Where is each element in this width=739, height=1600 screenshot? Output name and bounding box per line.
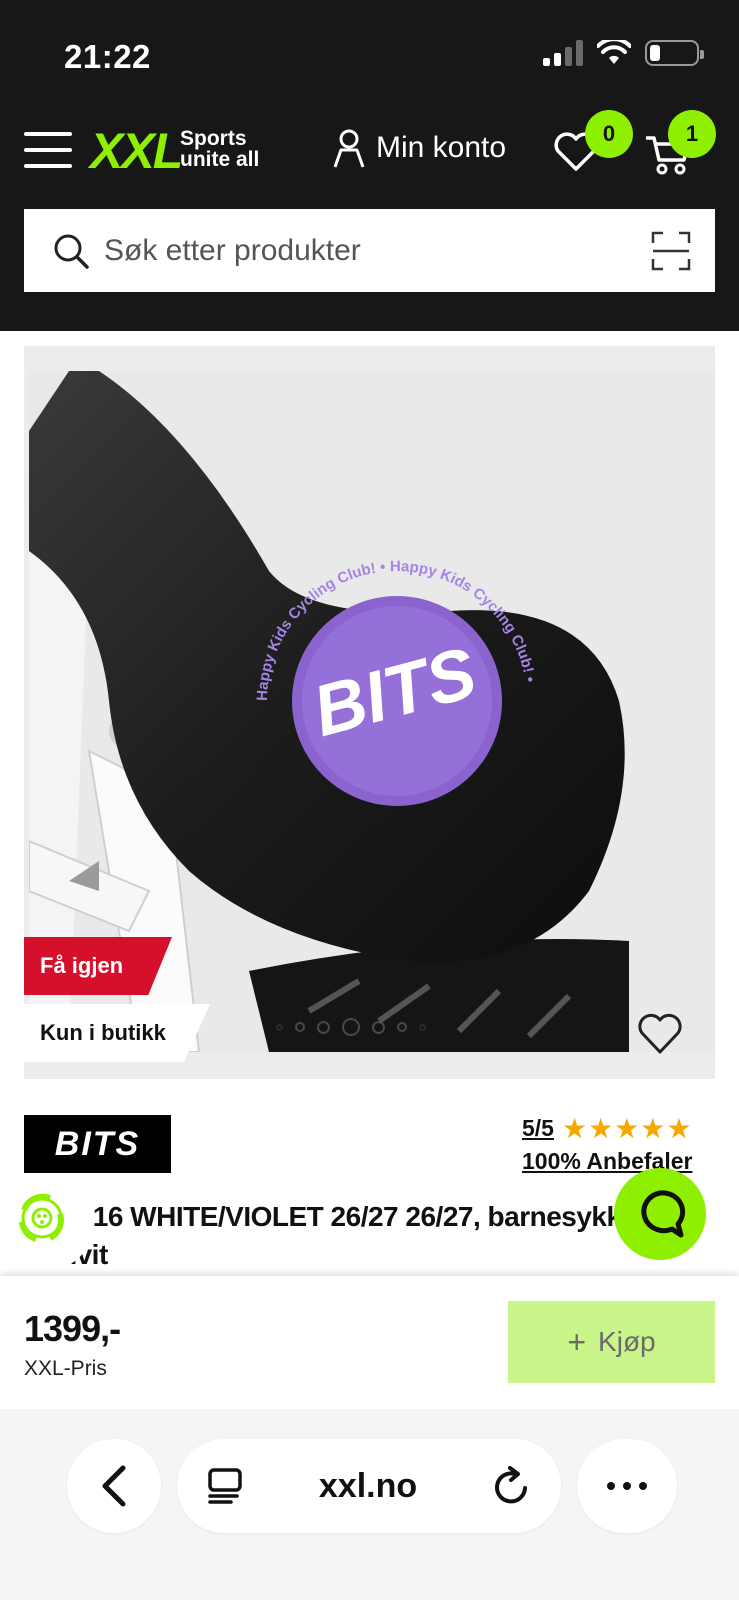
chevron-left-icon — [102, 1465, 126, 1507]
carousel-dot[interactable] — [397, 1022, 407, 1032]
carousel-dot[interactable] — [276, 1023, 283, 1031]
carousel-dots[interactable] — [276, 1018, 426, 1036]
more-dots-icon — [607, 1482, 647, 1490]
rating-stars: ★★★★★ — [561, 1113, 693, 1144]
app-header: 21:22 XXL Sports unite all Min konto 0 1… — [0, 0, 739, 331]
chat-bubble-icon — [641, 1190, 686, 1238]
address-bar[interactable]: xxl.no — [177, 1439, 561, 1533]
wishlist-count-badge: 0 — [585, 110, 633, 158]
search-input[interactable]: Søk etter produkter — [104, 234, 361, 268]
logo-tagline-line1: Sports — [180, 127, 247, 150]
buy-label: Kjøp — [598, 1326, 656, 1357]
reload-icon[interactable] — [493, 1466, 531, 1506]
wifi-icon — [597, 40, 631, 64]
purchase-bar: 1399,- XXL-Pris + Kjøp — [0, 1276, 739, 1409]
buy-button[interactable]: + Kjøp — [508, 1301, 715, 1383]
status-time: 21:22 — [64, 38, 151, 75]
product-title: er 16 WHITE/VIOLET 26/27 26/27, barnesyk… — [60, 1201, 652, 1270]
chat-button[interactable] — [614, 1168, 706, 1260]
price: 1399,- — [24, 1308, 121, 1349]
carousel-dot[interactable] — [342, 1018, 360, 1036]
logo-tagline: Sports unite all — [180, 128, 259, 170]
store-only-tag: Kun i butikk — [24, 1004, 210, 1062]
browser-toolbar: xxl.no — [0, 1409, 739, 1600]
brand-name: BITS — [54, 1124, 141, 1163]
account-link[interactable]: Min konto — [332, 128, 506, 168]
brand-logo[interactable]: BITS — [24, 1115, 171, 1173]
url-text[interactable]: xxl.no — [319, 1467, 417, 1506]
rating-summary[interactable]: 5/5 ★★★★★ — [522, 1112, 693, 1145]
carousel-dot[interactable] — [372, 1020, 385, 1034]
tab-overview-icon[interactable] — [207, 1467, 243, 1505]
more-button[interactable] — [577, 1439, 677, 1533]
cellular-signal-icon — [543, 40, 583, 66]
barcode-scan-icon[interactable] — [651, 231, 691, 271]
recycle-icon[interactable] — [14, 1190, 70, 1246]
carousel-dot[interactable] — [419, 1023, 426, 1031]
logo-tagline-line2: unite all — [180, 148, 260, 171]
favorite-heart-icon[interactable] — [636, 1012, 684, 1056]
carousel-dot[interactable] — [295, 1022, 305, 1032]
status-icons — [543, 40, 704, 66]
cart-count-badge: 1 — [668, 110, 716, 158]
plus-icon: + — [567, 1323, 587, 1360]
search-icon — [54, 234, 89, 269]
xxl-logo[interactable]: XXL — [90, 122, 183, 180]
carousel-dot[interactable] — [317, 1020, 330, 1034]
menu-icon[interactable] — [24, 132, 72, 168]
rating-score: 5/5 — [522, 1115, 554, 1141]
search-bar[interactable]: Søk etter produkter — [24, 209, 715, 292]
price-label: XXL-Pris — [24, 1357, 107, 1380]
account-label: Min konto — [376, 131, 507, 164]
back-button[interactable] — [67, 1439, 161, 1533]
battery-icon — [645, 40, 704, 66]
user-icon — [333, 129, 365, 168]
cashback-tag: Få igjen — [24, 937, 172, 995]
